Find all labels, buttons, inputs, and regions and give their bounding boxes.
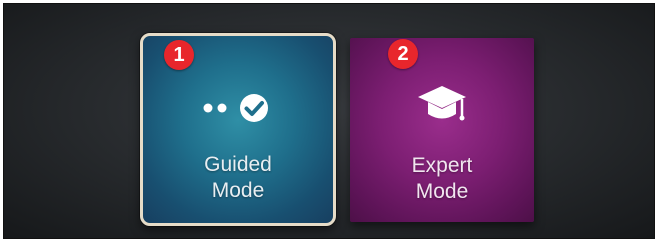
guided-mode-tile[interactable]: 1 Guided Mode	[140, 33, 336, 226]
step-badge-1: 1	[164, 40, 194, 70]
guided-mode-label: Guided Mode	[143, 152, 333, 204]
expert-mode-tile[interactable]: 2 Expert Mode	[350, 38, 534, 222]
graduation-cap-icon	[350, 83, 534, 129]
mode-selection-panel: 1 Guided Mode 2 Expert Mode	[3, 3, 655, 239]
guided-mode-label-line2: Mode	[211, 179, 265, 202]
step-badge-2: 2	[388, 39, 418, 69]
expert-mode-label-line2: Mode	[415, 180, 469, 203]
guided-mode-label-line1: Guided	[204, 153, 272, 176]
expert-mode-label: Expert Mode	[350, 153, 534, 205]
expert-mode-label-line1: Expert	[411, 154, 473, 177]
guided-steps-check-icon	[143, 92, 333, 124]
